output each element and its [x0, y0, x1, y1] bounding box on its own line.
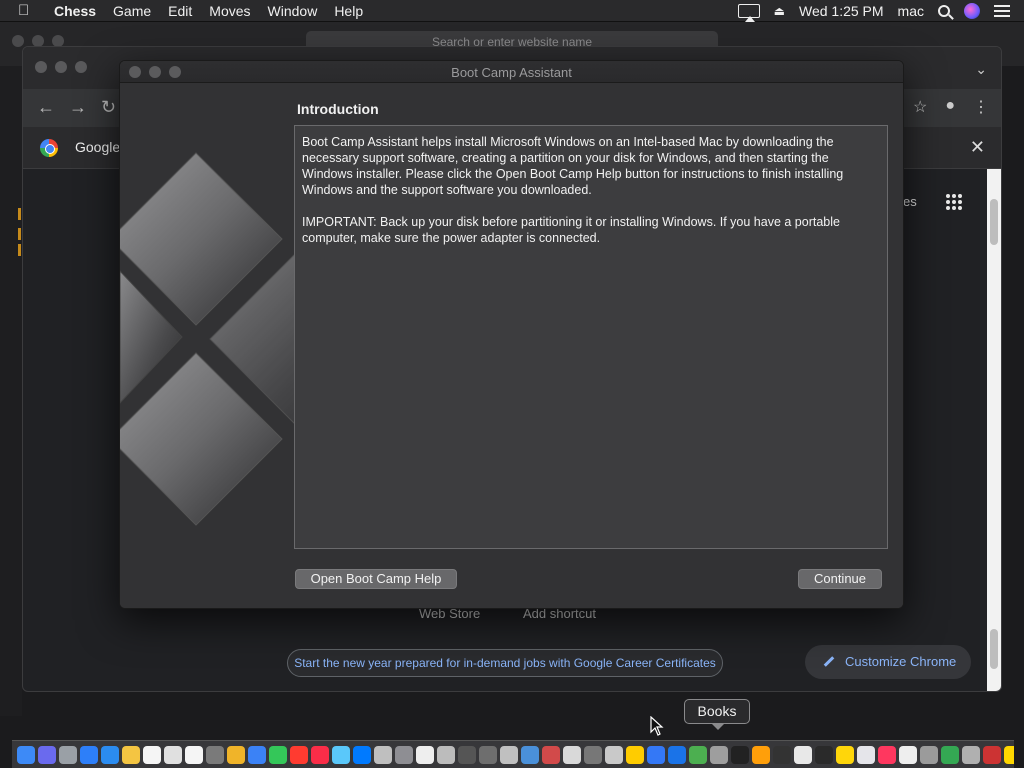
menu-window[interactable]: Window [268, 3, 318, 19]
scrollbar-thumb[interactable] [990, 199, 998, 245]
scrollbar-thumb-lower[interactable] [990, 629, 998, 669]
dock-app-icon[interactable] [331, 745, 350, 764]
dock-app-icon[interactable] [436, 745, 455, 764]
intro-paragraph: Boot Camp Assistant helps install Micros… [302, 135, 844, 197]
clock[interactable]: Wed 1:25 PM [799, 3, 884, 19]
dock-app-icon[interactable] [856, 745, 875, 764]
page-title: Introduction [297, 101, 379, 117]
sidebar-marker [18, 244, 21, 256]
dock-app-icon[interactable] [457, 745, 476, 764]
dock-app-icon[interactable] [919, 745, 938, 764]
dock-app-icon[interactable] [373, 745, 392, 764]
forward-arrow-icon[interactable]: → [69, 97, 87, 118]
chrome-window-controls[interactable] [35, 61, 87, 73]
window-titlebar[interactable]: Boot Camp Assistant [120, 61, 903, 83]
dock-app-icon[interactable] [79, 745, 98, 764]
dock-app-icon[interactable] [415, 745, 434, 764]
dock-app-icon[interactable] [226, 745, 245, 764]
chrome-menu-icon[interactable]: ⋮ [973, 97, 989, 117]
eject-icon[interactable]: ⏏ [774, 4, 785, 18]
user-name[interactable]: mac [898, 3, 924, 19]
continue-button[interactable]: Continue [798, 569, 882, 589]
dock-app-icon[interactable] [730, 745, 749, 764]
dock-app-icon[interactable] [667, 745, 686, 764]
sidebar-marker [18, 228, 21, 240]
pencil-icon [823, 656, 835, 667]
google-apps-label[interactable]: es [903, 194, 917, 209]
introduction-text-box: Boot Camp Assistant helps install Micros… [294, 125, 888, 549]
dock-tooltip: Books [684, 699, 750, 730]
dock-app-icon[interactable] [37, 745, 56, 764]
dock-app-icon[interactable] [562, 745, 581, 764]
dock-app-icon[interactable] [961, 745, 980, 764]
dock-app-icon[interactable] [646, 745, 665, 764]
dock-app-icon[interactable] [163, 745, 182, 764]
dock-app-icon[interactable] [1003, 745, 1014, 764]
dock-app-icon[interactable] [793, 745, 812, 764]
notification-center-icon[interactable] [994, 5, 1010, 17]
open-boot-camp-help-button[interactable]: Open Boot Camp Help [295, 569, 457, 589]
dock-app-icon[interactable] [121, 745, 140, 764]
dock-app-icon[interactable] [772, 745, 791, 764]
dock-app-icon[interactable] [835, 745, 854, 764]
close-icon[interactable]: ✕ [970, 137, 985, 158]
dock-app-icon[interactable] [751, 745, 770, 764]
dock-app-icon[interactable] [142, 745, 161, 764]
google-chrome-logo-icon [40, 139, 58, 157]
spotlight-search-icon[interactable] [938, 5, 950, 17]
customize-chrome-label: Customize Chrome [845, 654, 957, 669]
siri-icon[interactable] [964, 3, 980, 19]
menu-help[interactable]: Help [334, 3, 363, 19]
dock-app-icon[interactable] [688, 745, 707, 764]
dock-app-icon[interactable] [604, 745, 623, 764]
sidebar-marker [18, 208, 21, 220]
dock-app-icon[interactable] [940, 745, 959, 764]
dock-app-icon[interactable] [877, 745, 896, 764]
back-arrow-icon[interactable]: ← [37, 97, 55, 118]
dock-app-icon[interactable] [58, 745, 77, 764]
dock-app-icon[interactable] [499, 745, 518, 764]
career-certificates-promo[interactable]: Start the new year prepared for in-deman… [287, 649, 723, 677]
dock-app-icon[interactable] [289, 745, 308, 764]
dock-app-icon[interactable] [16, 745, 35, 764]
dock-app-icon[interactable] [814, 745, 833, 764]
background-app-strip [0, 66, 22, 716]
dock-app-icon[interactable] [205, 745, 224, 764]
menu-moves[interactable]: Moves [209, 3, 250, 19]
dock-app-icon[interactable] [268, 745, 287, 764]
dock-app-icon[interactable] [247, 745, 266, 764]
dock [12, 740, 1014, 768]
profile-icon[interactable]: ● [945, 97, 955, 117]
display-mirroring-icon[interactable] [737, 4, 760, 22]
window-title: Boot Camp Assistant [451, 65, 572, 80]
apple-menu-icon[interactable]:  [18, 2, 40, 19]
bookmark-star-icon[interactable]: ☆ [913, 97, 927, 117]
dock-app-icon[interactable] [541, 745, 560, 764]
google-apps-grid-icon[interactable] [946, 194, 962, 210]
important-paragraph: IMPORTANT: Back up your disk before part… [302, 215, 840, 245]
dock-app-icon[interactable] [310, 745, 329, 764]
reload-icon[interactable]: ↻ [101, 97, 116, 118]
boot-camp-assistant-window: Boot Camp Assistant Introduction Boot Ca… [119, 60, 904, 609]
dock-app-icon[interactable] [982, 745, 1001, 764]
dock-app-icon[interactable] [100, 745, 119, 764]
google-label[interactable]: Google [75, 139, 120, 155]
dock-app-icon[interactable] [583, 745, 602, 764]
customize-chrome-button[interactable]: Customize Chrome [805, 645, 971, 679]
dock-app-icon[interactable] [184, 745, 203, 764]
dock-app-icon[interactable] [478, 745, 497, 764]
menu-edit[interactable]: Edit [168, 3, 192, 19]
dock-app-icon[interactable] [520, 745, 539, 764]
menu-app-name[interactable]: Chess [54, 3, 96, 19]
chrome-scrollbar[interactable] [987, 169, 1001, 691]
dock-app-icon[interactable] [394, 745, 413, 764]
dock-app-icon[interactable] [352, 745, 371, 764]
tab-search-chevron-icon[interactable]: ⌄ [975, 61, 987, 78]
dock-app-icon[interactable] [625, 745, 644, 764]
dock-app-icon[interactable] [898, 745, 917, 764]
dock-app-icon[interactable] [709, 745, 728, 764]
menu-game[interactable]: Game [113, 3, 151, 19]
menu-bar:  Chess Game Edit Moves Window Help ⏏ We… [0, 0, 1024, 22]
